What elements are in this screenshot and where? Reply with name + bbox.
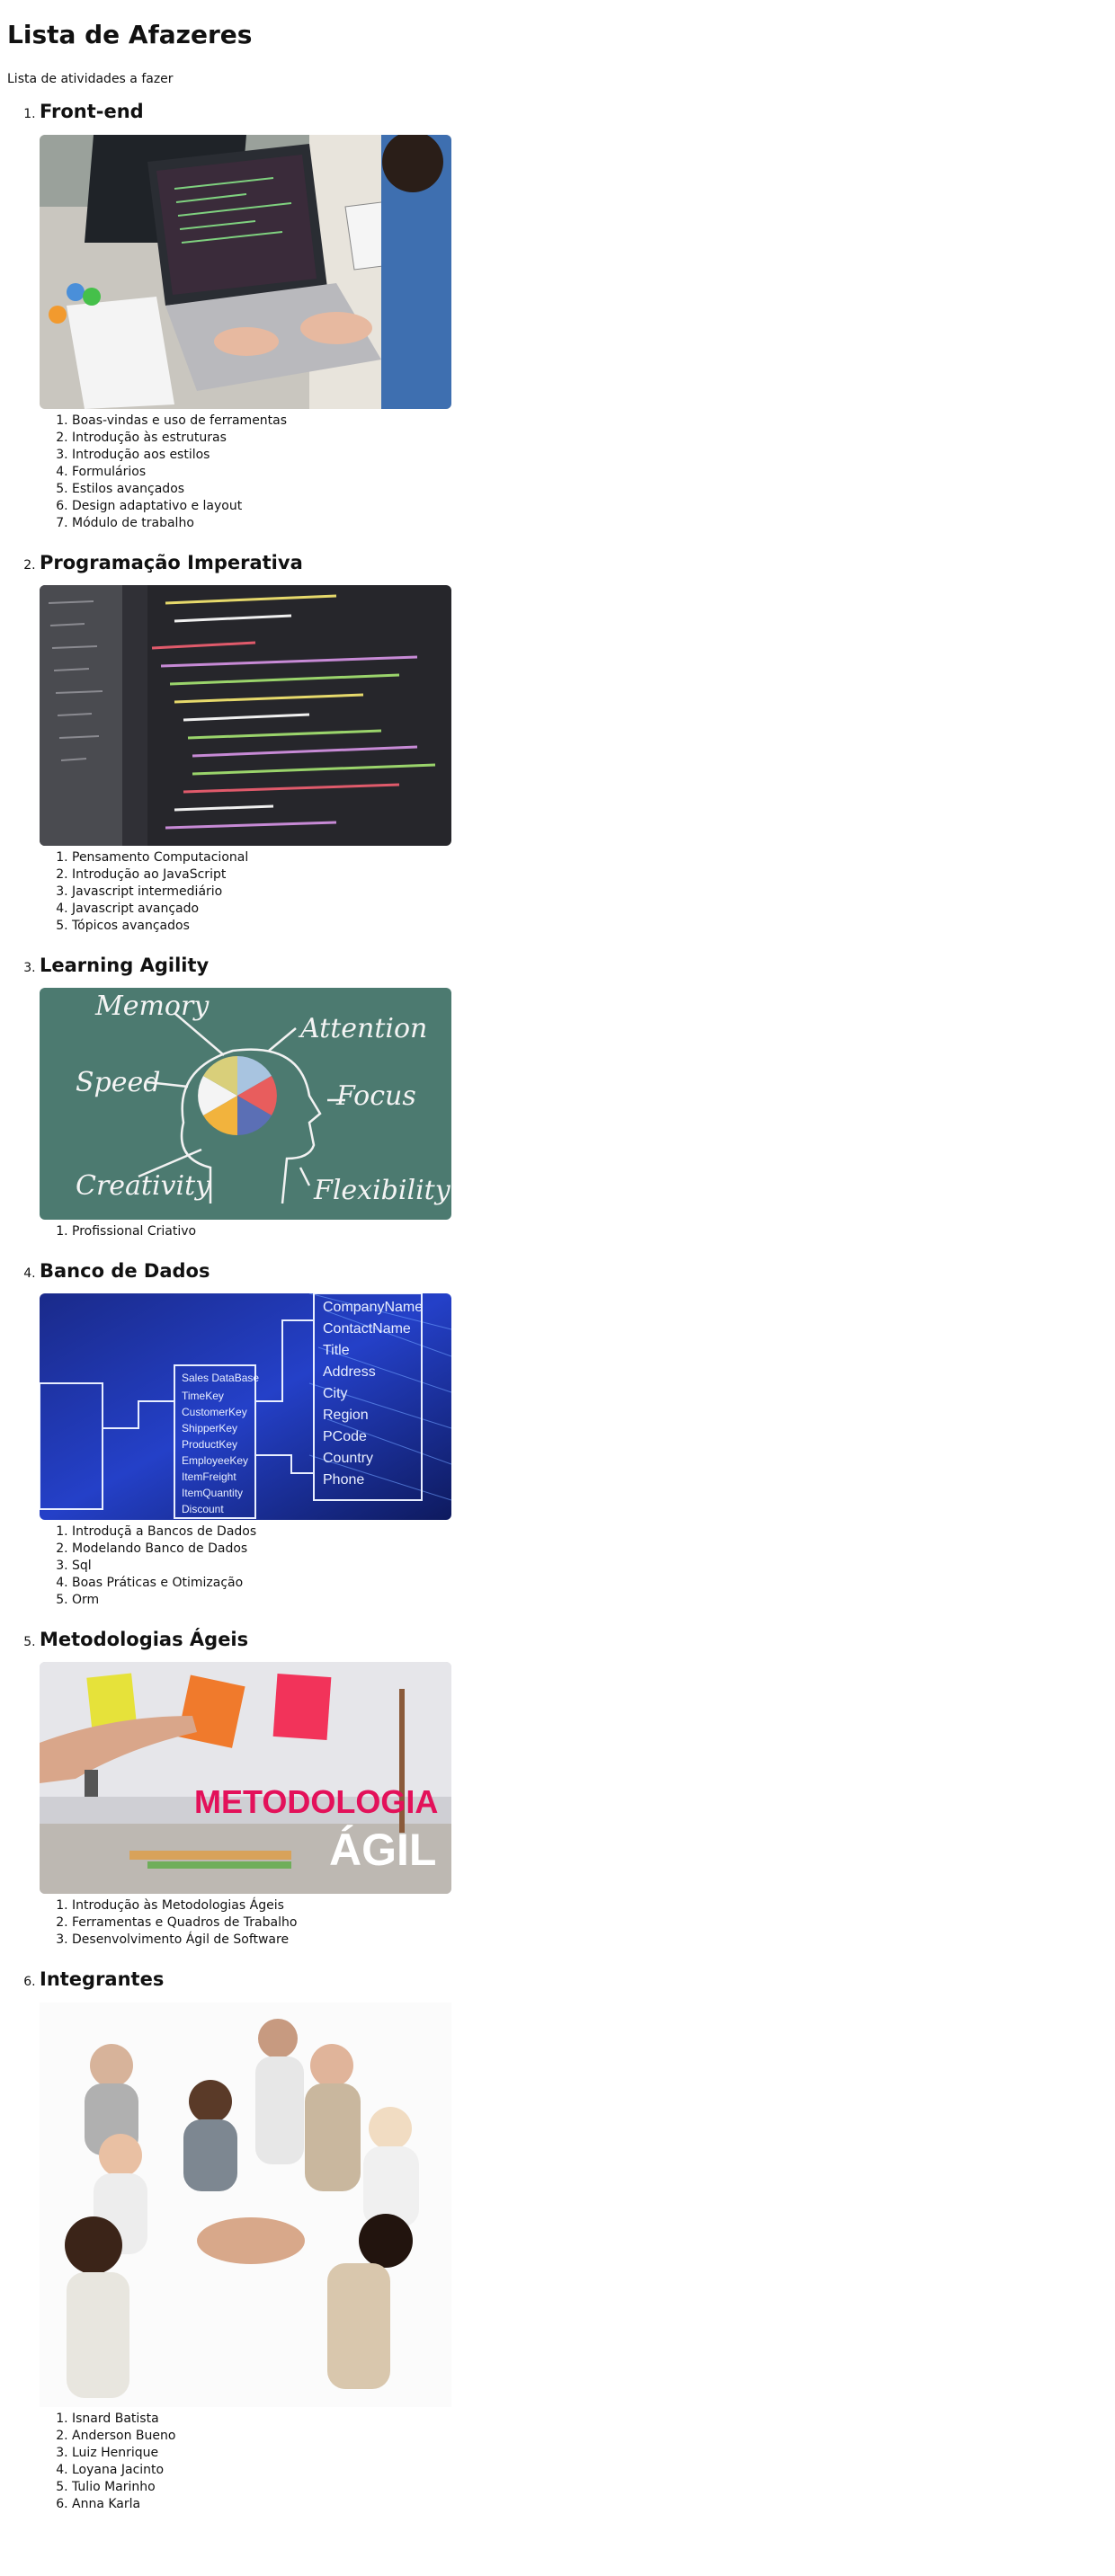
image-text-metodologia: METODOLOGIA [194,1783,438,1820]
list-item: Isnard Batista [72,2411,1108,2428]
sections-list: Front-end [7,101,1108,2512]
word-memory: Memory [94,990,210,1022]
section-items: Pensamento Computacional Introdução ao J… [40,849,1108,935]
section-items: Boas-vindas e uso de ferramentas Introdu… [40,413,1108,532]
svg-text:ContactName: ContactName [323,1321,411,1337]
section-integrantes: Integrantes [40,1968,1108,2512]
list-item: Anna Karla [72,2496,1108,2513]
image-text-agil: ÁGIL [329,1825,436,1875]
section-title: Programação Imperativa [40,551,303,573]
svg-text:Country: Country [323,1451,373,1466]
list-item: Luiz Henrique [72,2445,1108,2462]
svg-text:Address: Address [323,1364,376,1380]
svg-text:ItemFreight: ItemFreight [182,1470,236,1483]
svg-text:Discount: Discount [182,1503,224,1515]
word-focus: Focus [335,1080,416,1112]
svg-text:ProductKey: ProductKey [182,1438,237,1451]
list-item: Introdução ao JavaScript [72,866,1108,884]
section-items: Introduçã a Bancos de Dados Modelando Ba… [40,1523,1108,1609]
list-item: Tópicos avançados [72,918,1108,935]
page: Lista de Afazeres Lista de atividades a … [0,0,1115,2513]
list-item: Introdução aos estilos [72,447,1108,464]
section-items: Isnard Batista Anderson Bueno Luiz Henri… [40,2411,1108,2513]
list-item: Sql [72,1558,1108,1575]
section-banco-de-dados: Banco de Dados [40,1260,1108,1629]
svg-text:Region: Region [323,1408,369,1423]
list-item: Boas Práticas e Otimização [72,1575,1108,1592]
page-subtitle: Lista de atividades a fazer [7,71,174,86]
section-items: Profissional Criativo [40,1223,1108,1240]
section-title: Banco de Dados [40,1259,210,1282]
section-title: Learning Agility [40,954,210,976]
metodologias-image: METODOLOGIA ÁGIL [40,1662,451,1895]
list-item: Formulários [72,464,1108,481]
list-item: Profissional Criativo [72,1223,1108,1240]
list-item: Javascript avançado [72,901,1108,918]
section-title: Metodologias Ágeis [40,1629,249,1651]
svg-text:ShipperKey: ShipperKey [182,1422,237,1435]
section-front-end: Front-end [40,101,1108,551]
section-items: Introdução às Metodologias Ágeis Ferrame… [40,1897,1108,1949]
svg-text:Sales DataBase: Sales DataBase [182,1372,259,1384]
section-learning-agility: Learning Agility [40,955,1108,1260]
svg-text:Phone: Phone [323,1472,364,1488]
list-item: Introdução às estruturas [72,430,1108,447]
section-metodologias-ageis: Metodologias Ágeis METODOLOGIA ÁGIL [40,1629,1108,1968]
svg-text:ItemQuantity: ItemQuantity [182,1487,243,1499]
word-attention: Attention [298,1013,427,1044]
svg-text:CompanyName: CompanyName [323,1300,423,1315]
svg-text:City: City [323,1386,348,1401]
list-item: Design adaptativo e layout [72,498,1108,515]
list-item: Pensamento Computacional [72,849,1108,866]
list-item: Módulo de trabalho [72,515,1108,532]
svg-text:CustomerKey: CustomerKey [182,1406,247,1418]
svg-text:TimeKey: TimeKey [182,1390,224,1402]
programacao-image [40,584,451,846]
list-item: Introdução às Metodologias Ágeis [72,1897,1108,1914]
word-creativity: Creativity [76,1170,211,1202]
list-item: Estilos avançados [72,481,1108,498]
list-item: Introduçã a Bancos de Dados [72,1523,1108,1541]
word-speed: Speed [76,1067,160,1098]
learning-agility-image: Memory Attention Speed Focus Creativity … [40,987,451,1220]
svg-text:Title: Title [323,1343,350,1358]
list-item: Modelando Banco de Dados [72,1541,1108,1558]
section-programacao-imperativa: Programação Imperativa [40,552,1108,955]
list-item: Orm [72,1592,1108,1609]
integrantes-image [40,2002,451,2407]
list-item: Loyana Jacinto [72,2462,1108,2479]
section-title: Front-end [40,101,144,123]
section-title: Integrantes [40,1968,165,1991]
svg-text:PCode: PCode [323,1429,367,1444]
list-item: Ferramentas e Quadros de Trabalho [72,1914,1108,1932]
word-flexibility: Flexibility [313,1175,451,1206]
list-item: Desenvolvimento Ágil de Software [72,1932,1108,1949]
svg-text:EmployeeKey: EmployeeKey [182,1454,248,1467]
page-title: Lista de Afazeres [7,20,253,49]
list-item: Javascript intermediário [72,884,1108,901]
list-item: Anderson Bueno [72,2428,1108,2445]
list-item: Boas-vindas e uso de ferramentas [72,413,1108,430]
banco-de-dados-image: Sales DataBase TimeKey CustomerKey Shipp… [40,1293,451,1521]
list-item: Tulio Marinho [72,2479,1108,2496]
front-end-image [40,134,451,409]
